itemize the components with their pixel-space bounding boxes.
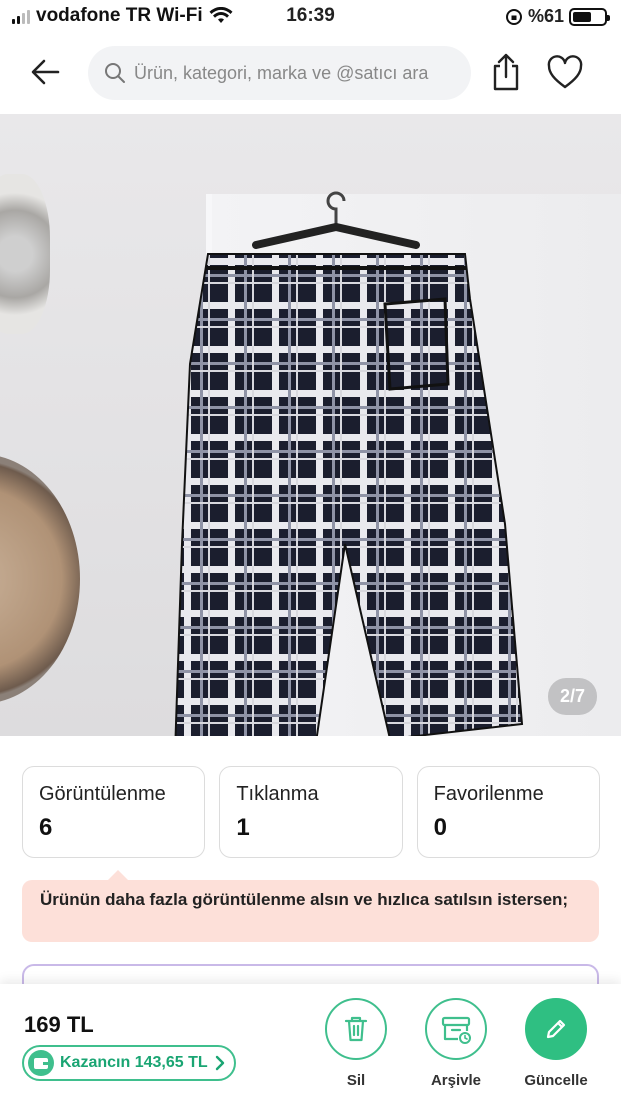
chevron-right-icon bbox=[215, 1055, 224, 1071]
share-icon[interactable] bbox=[488, 52, 524, 92]
search-input[interactable] bbox=[134, 62, 464, 84]
status-bar: vodafone TR Wi-Fi 16:39 %61 bbox=[0, 0, 621, 34]
archive-button[interactable]: Arşivle bbox=[416, 998, 496, 1089]
stat-label: Görüntülenme bbox=[39, 783, 166, 805]
stat-value: 6 bbox=[39, 814, 53, 841]
stat-value: 0 bbox=[433, 814, 448, 841]
promo-banner: Ürünün daha fazla görüntülenme alsın ve … bbox=[22, 870, 599, 942]
stat-value: 1 bbox=[236, 814, 250, 841]
update-circle[interactable] bbox=[525, 998, 587, 1060]
search-icon bbox=[105, 63, 125, 83]
battery-icon bbox=[569, 7, 610, 26]
delete-button[interactable]: Sil bbox=[316, 998, 396, 1089]
product-photo[interactable]: 2/7 bbox=[0, 114, 621, 736]
stat-card-favorites: Favorilenme 0 bbox=[416, 766, 600, 858]
photo-wall-clock bbox=[0, 454, 80, 704]
delete-circle[interactable] bbox=[325, 998, 387, 1060]
stat-card-views: Görüntülenme 6 bbox=[22, 766, 206, 858]
stat-label: Favorilenme bbox=[433, 783, 544, 805]
stat-label: Tıklanma bbox=[236, 783, 319, 805]
hanger-icon bbox=[252, 191, 420, 249]
plaid-shorts-image bbox=[174, 253, 524, 736]
update-button[interactable]: Güncelle bbox=[516, 998, 596, 1089]
delete-label: Sil bbox=[346, 1072, 366, 1089]
update-label: Güncelle bbox=[524, 1072, 588, 1089]
search-bar[interactable] bbox=[88, 46, 471, 100]
wallet-icon bbox=[28, 1050, 54, 1076]
status-right-group: %61 bbox=[505, 6, 610, 27]
earnings-button[interactable]: Kazancın 143,65 TL bbox=[22, 1045, 236, 1081]
archive-icon bbox=[441, 1016, 471, 1044]
stats-row: Görüntülenme 6 Tıklanma 1 Favorilenme 0 bbox=[22, 766, 600, 858]
battery-percent: %61 bbox=[527, 6, 564, 26]
heart-icon[interactable] bbox=[546, 54, 584, 92]
archive-circle[interactable] bbox=[425, 998, 487, 1060]
top-nav bbox=[0, 40, 621, 108]
trash-icon bbox=[344, 1016, 368, 1042]
price-label: 169 TL bbox=[24, 1012, 94, 1037]
gallery-page-indicator: 2/7 bbox=[547, 678, 597, 715]
pencil-icon bbox=[546, 1019, 566, 1039]
archive-label: Arşivle bbox=[430, 1072, 482, 1089]
stat-card-clicks: Tıklanma 1 bbox=[219, 766, 403, 858]
earnings-label: Kazancın 143,65 TL bbox=[60, 1054, 208, 1071]
orientation-lock-icon bbox=[505, 8, 522, 25]
photo-wall-ornament bbox=[0, 174, 50, 334]
bottom-action-bar: 169 TL Kazancın 143,65 TL Sil Arşivle Gü… bbox=[0, 984, 621, 1104]
back-arrow-icon[interactable] bbox=[28, 54, 64, 90]
